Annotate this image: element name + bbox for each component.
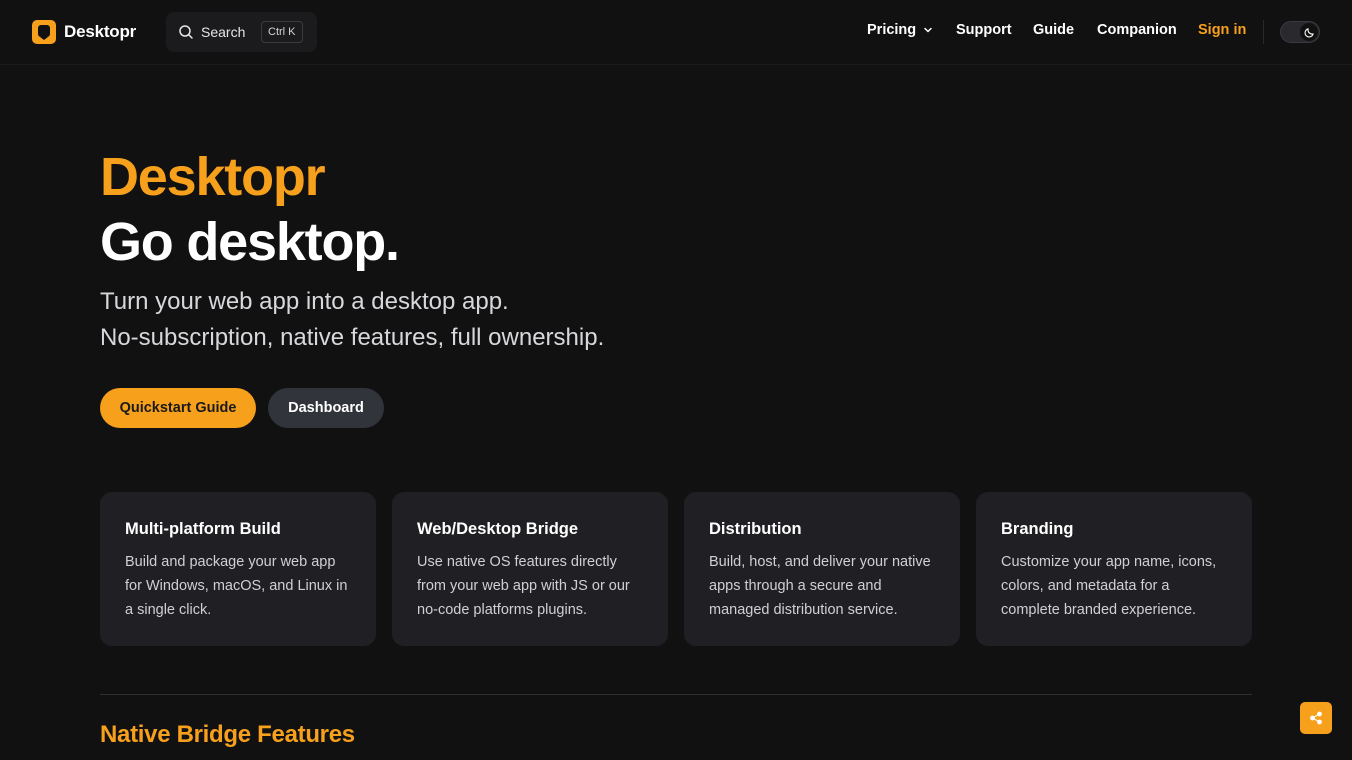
- search-shortcut-hint: Ctrl K: [261, 21, 303, 43]
- dashboard-button[interactable]: Dashboard: [268, 388, 384, 428]
- feature-card-multi-platform-build: Multi-platform Build Build and package y…: [100, 492, 376, 646]
- feature-card-web-desktop-bridge: Web/Desktop Bridge Use native OS feature…: [392, 492, 668, 646]
- feature-card-title: Multi-platform Build: [125, 520, 281, 538]
- feature-card-title: Web/Desktop Bridge: [417, 520, 579, 538]
- toggle-knob: [1300, 23, 1318, 41]
- feature-card-description: Build and package your web app for Windo…: [125, 554, 348, 618]
- share-icon: [1310, 711, 1322, 725]
- feature-card-title: Distribution: [709, 520, 802, 538]
- nav-divider: [1263, 20, 1264, 44]
- nav-support-link[interactable]: Support: [956, 22, 1012, 38]
- brand-name: Desktopr: [64, 22, 137, 41]
- nav-guide-link[interactable]: Guide: [1033, 22, 1074, 38]
- sign-in-link[interactable]: Sign in: [1198, 22, 1246, 38]
- feature-card-description: Use native OS features directly from you…: [417, 554, 630, 618]
- desktopr-logo-icon: [32, 20, 56, 44]
- top-navbar: Desktopr Search Ctrl K Pricing Support G…: [0, 0, 1352, 65]
- chevron-down-icon: [924, 27, 932, 33]
- nav-companion-link[interactable]: Companion: [1097, 22, 1177, 38]
- feature-card-title: Branding: [1001, 520, 1074, 538]
- search-label: Search: [201, 24, 246, 40]
- feature-card-description: Customize your app name, icons, colors, …: [1001, 554, 1217, 618]
- hero-brand-heading: Desktopr: [100, 147, 326, 207]
- moon-icon: [1304, 27, 1314, 37]
- search-icon: [179, 25, 193, 39]
- home-logo-link[interactable]: Desktopr: [32, 20, 136, 44]
- hero-subtitle-line-1: Turn your web app into a desktop app.: [100, 288, 509, 315]
- nav-pricing-dropdown[interactable]: Pricing: [867, 22, 934, 38]
- quickstart-guide-button[interactable]: Quickstart Guide: [100, 388, 256, 428]
- feature-card-distribution: Distribution Build, host, and deliver yo…: [684, 492, 960, 646]
- feature-card-branding: Branding Customize your app name, icons,…: [976, 492, 1252, 646]
- section-divider: [100, 694, 1252, 695]
- search-button[interactable]: Search Ctrl K: [166, 12, 317, 52]
- hero-subtitle: Turn your web app into a desktop app. No…: [100, 284, 800, 356]
- share-button[interactable]: [1300, 702, 1332, 734]
- native-bridge-features-heading: Native Bridge Features: [100, 721, 355, 748]
- hero-title: Go desktop.: [100, 212, 400, 272]
- feature-card-description: Build, host, and deliver your native app…: [709, 554, 931, 618]
- hero-subtitle-line-2: No-subscription, native features, full o…: [100, 324, 605, 351]
- theme-toggle[interactable]: [1280, 21, 1320, 43]
- nav-pricing-label: Pricing: [867, 22, 917, 38]
